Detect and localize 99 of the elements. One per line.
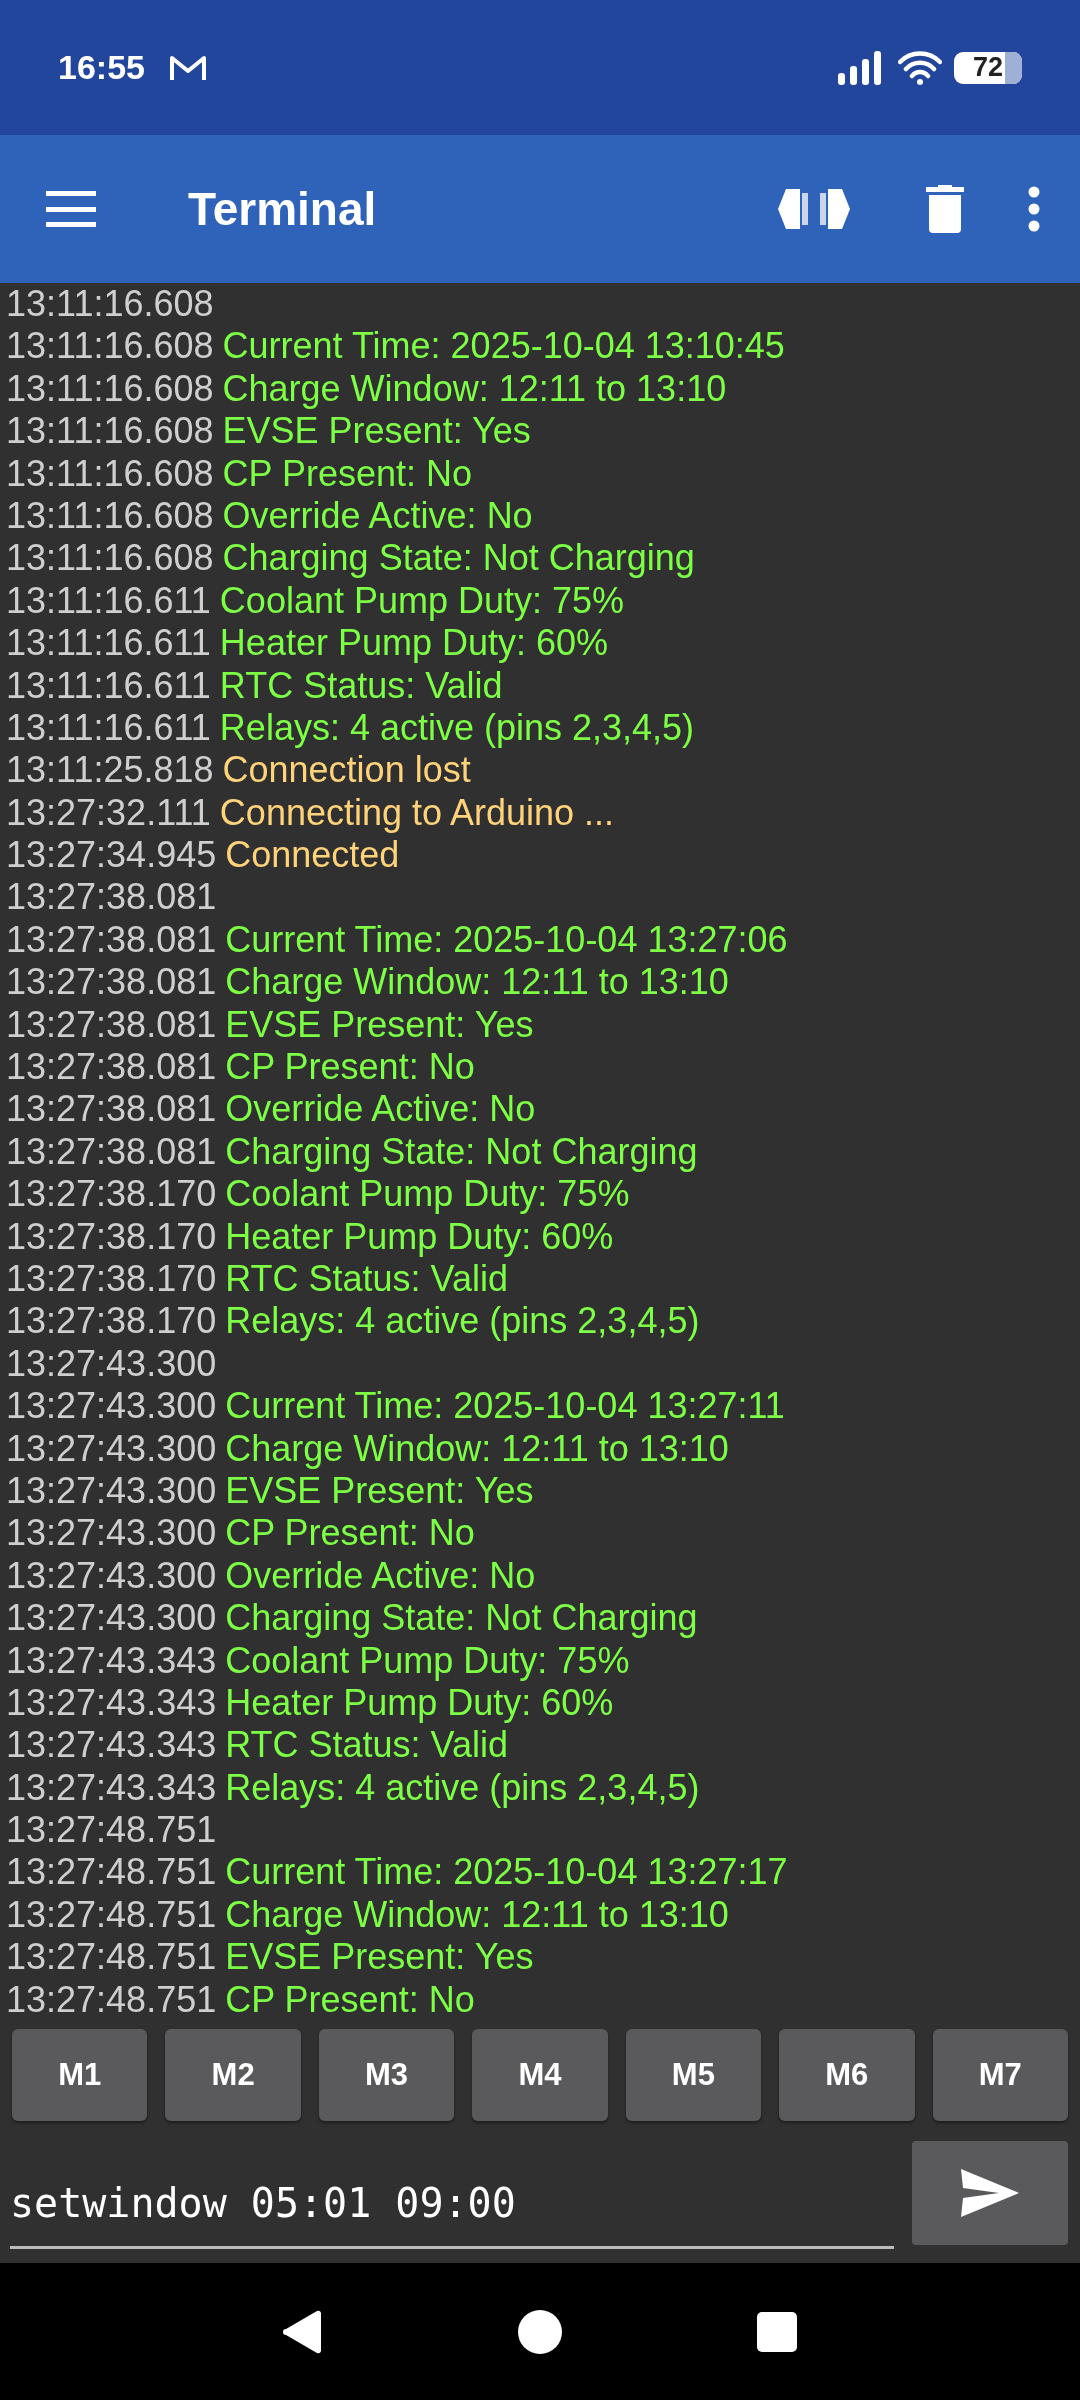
log-timestamp: 13:27:48.751	[6, 1978, 217, 2019]
log-timestamp: 13:27:38.170	[6, 1300, 217, 1343]
log-message: RTC Status: Valid	[225, 1258, 508, 1301]
menu-button[interactable]	[46, 191, 96, 227]
log-timestamp: 13:11:16.611	[6, 706, 211, 750]
log-message: CP Present: No	[225, 1978, 475, 2019]
log-timestamp: 13:27:43.300	[6, 1554, 217, 1598]
log-timestamp: 13:27:38.081	[6, 961, 217, 1004]
log-message: CP Present: No	[225, 1046, 475, 1089]
macro-button[interactable]: M3	[318, 2029, 455, 2121]
log-timestamp: 13:11:16.608	[6, 325, 214, 368]
log-message: Connection lost	[222, 749, 471, 792]
log-timestamp: 13:27:43.343	[6, 1639, 217, 1682]
log-timestamp: 13:11:16.608	[6, 537, 214, 580]
log-message: Connected	[225, 834, 400, 877]
log-timestamp: 13:27:32.111	[6, 791, 211, 835]
log-message: Relays: 4 active (pins 2,3,4,5)	[219, 706, 695, 750]
battery-icon: 72	[954, 51, 1022, 84]
log-message: Coolant Pump Duty: 75%	[225, 1639, 630, 1682]
log-timestamp: 13:11:16.608	[6, 367, 214, 411]
log-message: Charging State: Not Charging	[225, 1130, 698, 1174]
log-timestamp: 13:27:38.081	[6, 1046, 217, 1089]
log-message: Override Active: No	[225, 1554, 536, 1598]
log-message: Current Time: 2025-10-04 13:27:11	[225, 1385, 785, 1428]
log-timestamp: 13:27:38.081	[6, 918, 217, 962]
wifi-icon	[898, 50, 942, 85]
delete-button[interactable]	[926, 185, 964, 233]
log-timestamp: 13:27:48.751	[6, 1809, 217, 1852]
log-timestamp: 13:27:43.300	[6, 1512, 217, 1555]
log-timestamp: 13:27:43.343	[6, 1766, 217, 1810]
log-timestamp: 13:11:16.611	[6, 664, 211, 707]
home-icon[interactable]	[518, 2309, 562, 2354]
log-message: Heater Pump Duty: 60%	[225, 1681, 614, 1725]
log-message: Override Active: No	[222, 494, 533, 538]
signal-icon	[838, 50, 884, 85]
log-timestamp: 13:27:34.945	[6, 834, 217, 877]
log-message: Heater Pump Duty: 60%	[219, 622, 609, 665]
log-timestamp: 13:27:43.300	[6, 1385, 217, 1428]
log-message: RTC Status: Valid	[225, 1724, 508, 1767]
log-timestamp: 13:11:16.611	[6, 622, 211, 665]
log-message: Current Time: 2025-10-04 13:10:45	[222, 325, 785, 368]
log-message: Current Time: 2025-10-04 13:27:06	[225, 918, 788, 962]
macro-button[interactable]: M5	[625, 2029, 762, 2121]
log-message: EVSE Present: Yes	[225, 1936, 534, 1979]
log-timestamp: 13:11:16.608	[6, 410, 214, 453]
send-icon	[961, 2169, 1019, 2217]
log-message: CP Present: No	[222, 452, 472, 495]
log-timestamp: 13:11:16.608	[6, 494, 214, 538]
log-timestamp: 13:27:43.300	[6, 1597, 217, 1640]
log-message: Connecting to Arduino ...	[219, 791, 615, 835]
log-timestamp: 13:27:38.170	[6, 1258, 217, 1301]
log-message: Relays: 4 active (pins 2,3,4,5)	[225, 1300, 700, 1343]
log-message: Relays: 4 active (pins 2,3,4,5)	[225, 1766, 700, 1810]
log-timestamp: 13:27:43.343	[6, 1724, 217, 1767]
log-timestamp: 13:27:38.081	[6, 876, 217, 919]
macro-button[interactable]: M4	[472, 2029, 608, 2121]
log-message: EVSE Present: Yes	[225, 1469, 534, 1513]
log-timestamp: 13:27:48.751	[6, 1936, 217, 1979]
log-timestamp: 13:27:43.300	[6, 1342, 217, 1386]
log-message: EVSE Present: Yes	[222, 410, 531, 453]
macro-button[interactable]: M2	[165, 2029, 301, 2121]
log-timestamp: 13:11:16.608	[6, 452, 214, 495]
log-message: Heater Pump Duty: 60%	[225, 1215, 614, 1258]
log-message: Charge Window: 12:11 to 13:10	[225, 1427, 729, 1470]
log-timestamp: 13:27:43.300	[6, 1469, 217, 1513]
log-message: EVSE Present: Yes	[225, 1003, 534, 1047]
log-timestamp: 13:27:48.751	[6, 1851, 217, 1894]
more-button[interactable]	[1028, 186, 1040, 232]
log-message: Charge Window: 12:11 to 13:10	[225, 961, 729, 1004]
log-message: Charge Window: 12:11 to 13:10	[225, 1893, 729, 1937]
log-timestamp: 13:27:38.081	[6, 1130, 217, 1174]
log-message: Coolant Pump Duty: 75%	[225, 1173, 630, 1216]
macro-button[interactable]: M1	[12, 2029, 148, 2121]
log-timestamp: 13:27:38.081	[6, 1088, 217, 1131]
log-message: Charge Window: 12:11 to 13:10	[222, 367, 727, 411]
log-timestamp: 13:11:16.608	[6, 283, 214, 326]
log-timestamp: 13:27:43.343	[6, 1681, 217, 1725]
app-title: Terminal	[188, 182, 377, 236]
log-message: Coolant Pump Duty: 75%	[219, 579, 625, 623]
macro-button[interactable]: M7	[932, 2029, 1068, 2121]
log-timestamp: 13:11:25.818	[6, 749, 214, 792]
log-message: CP Present: No	[225, 1512, 475, 1555]
command-input[interactable]: setwindow 05:01 09:00	[10, 2159, 894, 2249]
recents-icon[interactable]	[757, 2311, 797, 2352]
log-timestamp: 13:27:38.170	[6, 1215, 217, 1258]
back-icon[interactable]	[283, 2309, 323, 2354]
log-message: Charging State: Not Charging	[225, 1597, 698, 1640]
log-timestamp: 13:27:43.300	[6, 1427, 217, 1470]
log-timestamp: 13:27:38.081	[6, 1003, 217, 1047]
status-time: 16:55	[58, 48, 145, 87]
log-message: RTC Status: Valid	[219, 664, 503, 707]
log-timestamp: 13:11:16.611	[6, 579, 211, 623]
log-timestamp: 13:27:38.170	[6, 1173, 217, 1216]
macro-button[interactable]: M6	[779, 2029, 915, 2121]
log-message: Charging State: Not Charging	[222, 537, 695, 580]
log-message: Current Time: 2025-10-04 13:27:17	[225, 1851, 788, 1894]
send-button[interactable]	[912, 2141, 1068, 2245]
log-timestamp: 13:27:48.751	[6, 1893, 217, 1937]
log-message: Override Active: No	[225, 1088, 536, 1131]
